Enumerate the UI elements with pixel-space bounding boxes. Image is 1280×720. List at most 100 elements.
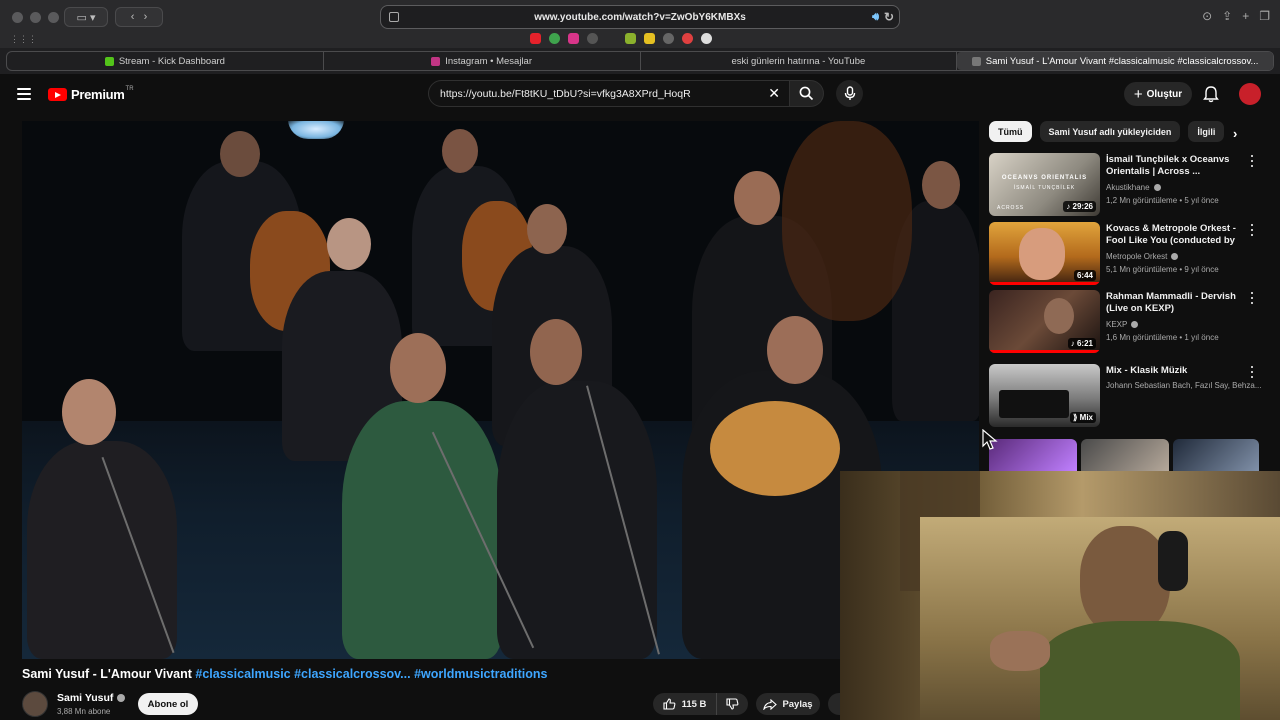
browser-right-icons: ⊙ ⇪ + ❐ xyxy=(1202,9,1270,23)
like-count: 115 B xyxy=(681,698,707,710)
share-button[interactable]: Paylaş xyxy=(756,693,820,715)
kick-favorite-icon[interactable] xyxy=(625,33,636,44)
globe-favorite-icon[interactable] xyxy=(587,33,598,44)
favorite-icon-red[interactable] xyxy=(682,33,693,44)
recommendation-channel[interactable]: Akustikhane xyxy=(1106,183,1161,192)
sidebar-icon: ▭ ▾ xyxy=(76,11,96,24)
channel-text: Akustikhane xyxy=(1106,183,1150,192)
recommendation-title[interactable]: Rahman Mammadli - Dervish (Live on KEXP) xyxy=(1106,291,1241,315)
minimize-window-button[interactable] xyxy=(30,12,41,23)
channel-text: KEXP xyxy=(1106,320,1128,329)
chip-from-uploader[interactable]: Sami Yusuf adlı yükleyiciden xyxy=(1039,121,1181,142)
search-button[interactable] xyxy=(790,80,824,107)
audio-playing-icon[interactable]: 🔊︎ xyxy=(872,11,879,24)
dislike-button[interactable] xyxy=(717,693,748,715)
bass-shape xyxy=(782,121,912,321)
hashtag-link[interactable]: #classicalmusic #classicalcrossov... xyxy=(195,667,410,681)
forward-icon[interactable]: › xyxy=(144,11,148,23)
recommendation-item[interactable]: ♪ 6:21 Rahman Mammadli - Dervish (Live o… xyxy=(989,290,1259,354)
subscribe-button[interactable]: Abone ol xyxy=(138,693,198,715)
share-icon[interactable]: ⇪ xyxy=(1222,9,1232,23)
video-player[interactable] xyxy=(22,121,979,659)
subscriber-count: 3,88 Mn abone xyxy=(57,707,111,716)
account-avatar[interactable] xyxy=(1239,83,1261,105)
short-thumbnail[interactable] xyxy=(989,439,1077,471)
recommendation-item[interactable]: ⟫ Mix Mix - Klasik Müzik Johann Sebastia… xyxy=(989,364,1262,428)
tab-overview-icon[interactable]: ❐ xyxy=(1259,9,1270,23)
address-bar[interactable]: www.youtube.com/watch?v=ZwObY6KMBXs 🔊︎ ↻ xyxy=(380,5,900,29)
thumbnail-face xyxy=(1044,298,1074,334)
tab-kick[interactable]: Stream - Kick Dashboard xyxy=(7,52,324,70)
youtube-logo[interactable]: Premium TR xyxy=(48,86,134,102)
video-thumbnail[interactable]: ♪ 6:21 xyxy=(989,290,1100,353)
plus-icon: + xyxy=(1133,85,1143,103)
channel-name-text: Sami Yusuf xyxy=(57,692,114,704)
microphone-icon xyxy=(844,86,855,100)
hashtag-link[interactable]: #worldmusictraditions xyxy=(414,667,547,681)
reload-icon[interactable]: ↻ xyxy=(884,10,894,24)
clear-search-icon[interactable]: ✕ xyxy=(768,85,780,102)
streamer-body xyxy=(1040,621,1240,720)
singer-figure xyxy=(27,441,177,659)
channel-avatar[interactable] xyxy=(22,691,48,717)
more-options-icon[interactable] xyxy=(1250,155,1254,167)
notifications-bell-icon[interactable] xyxy=(1203,85,1219,103)
recommendation-channel[interactable]: Metropole Orkest xyxy=(1106,252,1179,261)
streamer-head xyxy=(1080,526,1170,636)
chip-related[interactable]: İlgili xyxy=(1188,121,1225,142)
more-options-icon[interactable] xyxy=(1250,224,1254,236)
maximize-window-button[interactable] xyxy=(48,12,59,23)
tab-label: Instagram • Mesajlar xyxy=(445,55,532,67)
duration-badge: ⟫ Mix xyxy=(1069,412,1096,423)
youtube-favorite-icon[interactable] xyxy=(530,33,541,44)
grid-icon[interactable]: ⋮⋮⋮ xyxy=(10,34,37,45)
back-icon[interactable]: ‹ xyxy=(131,11,135,23)
search-input[interactable]: https://youtu.be/Ft8tKU_tDbU?si=vfkg3A8X… xyxy=(428,80,790,107)
video-thumbnail[interactable]: 6:44 xyxy=(989,222,1100,285)
recommendation-title[interactable]: İsmail Tunçbilek x Oceanvs Orientalis | … xyxy=(1106,154,1241,178)
search-value: https://youtu.be/Ft8tKU_tDbU?si=vfkg3A8X… xyxy=(440,87,691,100)
recommendation-title[interactable]: Kovacs & Metropole Orkest - Fool Like Yo… xyxy=(1106,223,1241,247)
favorite-icon-green[interactable] xyxy=(549,33,560,44)
globe-favorite-icon-2[interactable] xyxy=(663,33,674,44)
chip-all[interactable]: Tümü xyxy=(989,121,1032,142)
musician-head xyxy=(527,204,567,254)
favorite-icon-yellow[interactable] xyxy=(644,33,655,44)
kick-icon xyxy=(104,56,114,66)
more-options-icon[interactable] xyxy=(1250,366,1254,378)
page-settings-icon[interactable] xyxy=(389,12,399,22)
new-tab-icon[interactable]: + xyxy=(1242,9,1249,23)
more-options-icon[interactable] xyxy=(1250,292,1254,304)
nav-buttons[interactable]: ‹ › xyxy=(115,7,163,27)
voice-search-button[interactable] xyxy=(836,80,863,107)
close-window-button[interactable] xyxy=(12,12,23,23)
channel-name[interactable]: Sami Yusuf xyxy=(57,692,126,704)
recommendation-channel[interactable]: KEXP xyxy=(1106,320,1139,329)
short-thumbnail[interactable] xyxy=(1081,439,1169,471)
youtube-play-icon xyxy=(48,88,67,101)
video-thumbnail[interactable]: OCEANVS ORIENTALIS İSMAİL TUNÇBİLEK ACRO… xyxy=(989,153,1100,216)
sidebar-toggle-button[interactable]: ▭ ▾ xyxy=(64,7,108,27)
thumbs-down-icon xyxy=(726,698,739,710)
recommendation-title[interactable]: Mix - Klasik Müzik xyxy=(1106,365,1241,377)
short-thumbnail[interactable] xyxy=(1173,439,1259,471)
menu-icon[interactable] xyxy=(17,88,31,100)
download-icon[interactable]: ⊙ xyxy=(1202,9,1212,23)
verified-icon xyxy=(117,694,126,703)
video-thumbnail[interactable]: ⟫ Mix xyxy=(989,364,1100,427)
favorite-icon-white[interactable] xyxy=(701,33,712,44)
recommendation-item[interactable]: OCEANVS ORIENTALIS İSMAİL TUNÇBİLEK ACRO… xyxy=(989,153,1259,217)
instagram-favorite-icon[interactable] xyxy=(568,33,579,44)
tab-active-video[interactable]: Sami Yusuf - L'Amour Vivant #classicalmu… xyxy=(957,52,1273,70)
musician-head xyxy=(734,171,780,225)
recommendation-item[interactable]: 6:44 Kovacs & Metropole Orkest - Fool Li… xyxy=(989,222,1259,286)
tab-instagram[interactable]: Instagram • Mesajlar xyxy=(324,52,641,70)
channel-text: Metropole Orkest xyxy=(1106,252,1168,261)
like-button[interactable]: 115 B xyxy=(653,693,717,715)
chevron-right-icon[interactable]: › xyxy=(1233,126,1237,141)
video-title-text: Sami Yusuf - L'Amour Vivant xyxy=(22,667,192,681)
recommendation-channel[interactable]: Johann Sebastian Bach, Fazıl Say, Behza.… xyxy=(1106,381,1262,390)
duration-badge: ♪ 29:26 xyxy=(1063,201,1096,212)
tab-youtube-eski[interactable]: eski günlerin hatırına - YouTube xyxy=(641,52,958,70)
create-button[interactable]: + Oluştur xyxy=(1124,82,1192,106)
